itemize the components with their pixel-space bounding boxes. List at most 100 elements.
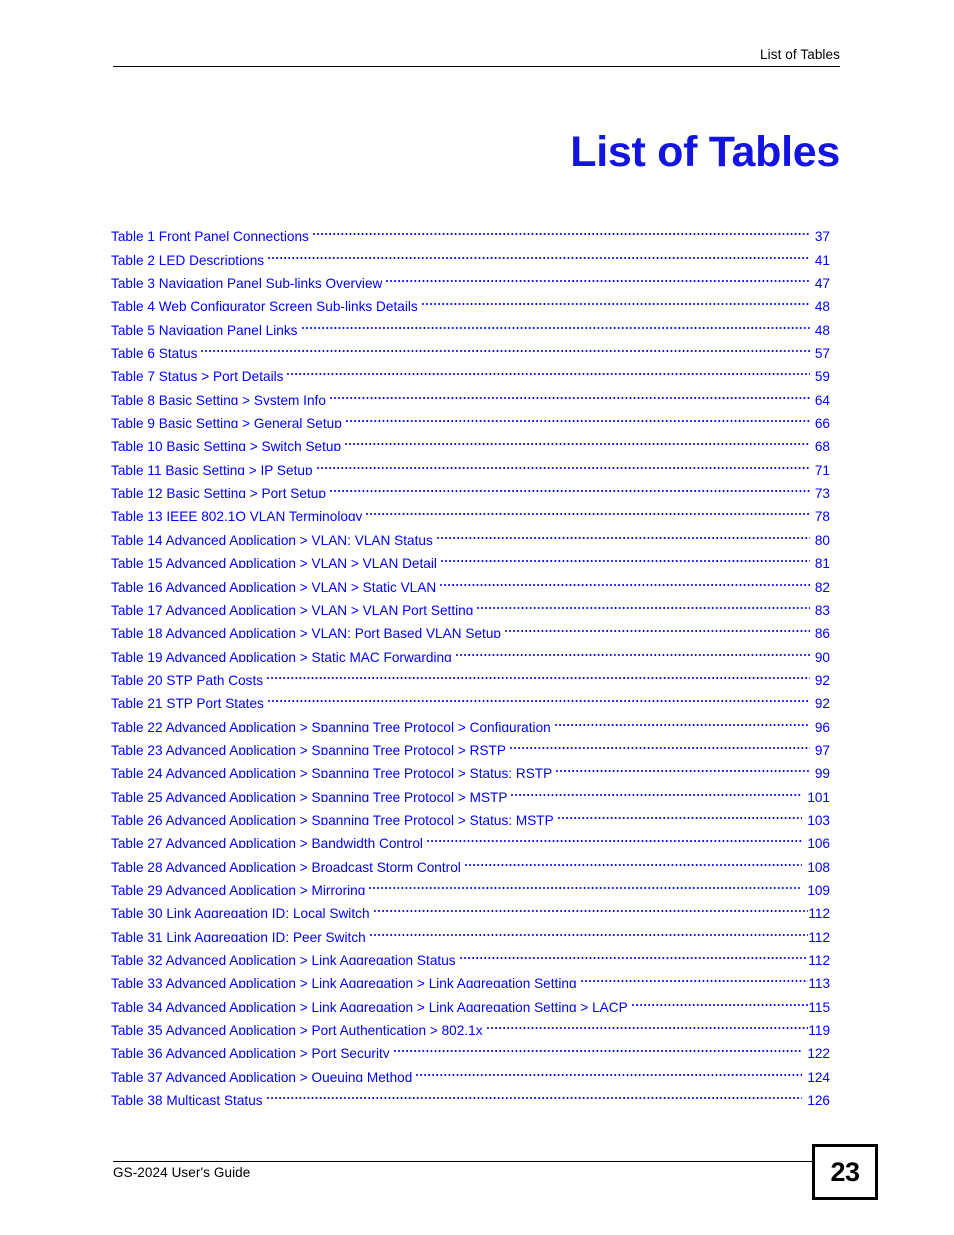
toc-entry[interactable]: Table 18 Advanced Application > VLAN: Po… [111,615,830,638]
toc-entry[interactable]: Table 5 Navigation Panel Links 48 [111,311,830,335]
toc-leader-dots [554,708,810,731]
toc-entry-label: Table 37 Advanced Application > Queuing … [111,1069,413,1082]
toc-entry[interactable]: Table 28 Advanced Application > Broadcas… [111,848,830,872]
toc-entry[interactable]: Table 35 Advanced Application > Port Aut… [111,1012,830,1035]
toc-entry-page: 86 [814,626,830,639]
toc-leader-dots [373,895,809,918]
toc-leader-dots [386,265,810,288]
running-header: List of Tables [113,46,840,67]
toc-entry[interactable]: Table 37 Advanced Application > Queuing … [111,1058,830,1082]
toc-leader-dots [459,942,809,965]
toc-entry[interactable]: Table 4 Web Configurator Screen Sub-link… [111,288,830,311]
running-header-text: List of Tables [760,47,840,62]
toc-entry-page: 124 [807,1069,830,1082]
toc-entry-label: Table 4 Web Configurator Screen Sub-link… [111,299,418,312]
footer-divider [113,1161,813,1162]
toc-entry-page: 68 [814,439,830,452]
toc-entry-page: 109 [807,882,830,895]
toc-entry-page: 103 [807,812,830,825]
toc-leader-dots [312,218,810,241]
toc-leader-dots [436,521,810,544]
toc-entry[interactable]: Table 19 Advanced Application > Static M… [111,638,830,662]
toc-entry-label: Table 25 Advanced Application > Spanning… [111,789,508,802]
toc-entry[interactable]: Table 23 Advanced Application > Spanning… [111,732,830,755]
toc-entry[interactable]: Table 32 Advanced Application > Link Agg… [111,942,830,965]
toc-entry-label: Table 24 Advanced Application > Spanning… [111,766,553,779]
toc-leader-dots [329,381,810,404]
toc-leader-dots [345,428,810,451]
toc-leader-dots [393,1035,803,1058]
toc-entry-page: 90 [814,649,830,662]
toc-entry-label: Table 5 Navigation Panel Links [111,322,298,335]
toc-entry-label: Table 16 Advanced Application > VLAN > S… [111,579,437,592]
toc-entry-page: 47 [814,276,830,289]
toc-entry-page: 99 [814,766,830,779]
toc-entry[interactable]: Table 25 Advanced Application > Spanning… [111,778,830,802]
toc-entry-label: Table 2 LED Descriptions [111,252,265,265]
toc-leader-dots [477,592,810,615]
toc-entry-label: Table 28 Advanced Application > Broadcas… [111,859,461,872]
toc-entry[interactable]: Table 22 Advanced Application > Spanning… [111,708,830,732]
toc-entry-page: 57 [814,346,830,359]
toc-entry[interactable]: Table 31 Link Aggregation ID: Peer Switc… [111,918,830,942]
toc-entry[interactable]: Table 33 Advanced Application > Link Agg… [111,965,830,988]
toc-leader-dots [416,1058,803,1081]
toc-entry[interactable]: Table 3 Navigation Panel Sub-links Overv… [111,265,830,288]
toc-entry-page: 82 [814,579,830,592]
toc-leader-dots [556,755,810,778]
toc-entry[interactable]: Table 12 Basic Setting > Port Setup 73 [111,475,830,498]
toc-leader-dots [421,288,810,311]
toc-entry[interactable]: Table 36 Advanced Application > Port Sec… [111,1035,830,1058]
toc-leader-dots [267,662,810,685]
toc-leader-dots [440,545,810,568]
toc-entry[interactable]: Table 21 STP Port States 92 [111,685,830,708]
toc-entry[interactable]: Table 13 IEEE 802.1Q VLAN Terminology 78 [111,498,830,521]
toc-entry-label: Table 35 Advanced Application > Port Aut… [111,1023,483,1036]
toc-entry-label: Table 7 Status > Port Details [111,369,284,382]
toc-entry[interactable]: Table 15 Advanced Application > VLAN > V… [111,545,830,568]
toc-entry-label: Table 33 Advanced Application > Link Agg… [111,976,577,989]
toc-entry[interactable]: Table 9 Basic Setting > General Setup 66 [111,405,830,428]
toc-leader-dots [316,451,810,474]
toc-leader-dots [486,1012,809,1035]
toc-entry[interactable]: Table 8 Basic Setting > System Info 64 [111,381,830,405]
toc-entry[interactable]: Table 24 Advanced Application > Spanning… [111,755,830,778]
toc-entry[interactable]: Table 1 Front Panel Connections 37 [111,218,830,241]
toc-leader-dots [509,732,810,755]
toc-entry[interactable]: Table 26 Advanced Application > Spanning… [111,802,830,825]
toc-entry[interactable]: Table 29 Advanced Application > Mirrorin… [111,872,830,895]
toc-entry-page: 112 [808,953,830,965]
toc-entry[interactable]: Table 16 Advanced Application > VLAN > S… [111,568,830,592]
toc-entry[interactable]: Table 14 Advanced Application > VLAN: VL… [111,521,830,545]
toc-leader-dots [369,872,803,895]
toc-entry-page: 97 [814,742,830,755]
toc-entry[interactable]: Table 38 Multicast Status 126 [111,1082,830,1105]
toc-leader-dots [464,848,803,871]
toc-entry-label: Table 6 Status [111,346,198,359]
toc-entry[interactable]: Table 34 Advanced Application > Link Agg… [111,988,830,1012]
toc-entry[interactable]: Table 11 Basic Setting > IP Setup 71 [111,451,830,475]
toc-entry-label: Table 15 Advanced Application > VLAN > V… [111,556,437,569]
toc-entry-label: Table 22 Advanced Application > Spanning… [111,719,551,732]
toc-entry[interactable]: Table 10 Basic Setting > Switch Setup 68 [111,428,830,451]
toc-entry[interactable]: Table 2 LED Descriptions 41 [111,241,830,265]
toc-leader-dots [557,802,803,825]
toc-leader-dots [268,241,810,264]
toc-entry-page: 78 [814,509,830,522]
toc-entry[interactable]: Table 27 Advanced Application > Bandwidt… [111,825,830,848]
toc-entry-label: Table 34 Advanced Application > Link Agg… [111,999,628,1012]
toc-leader-dots [455,638,810,661]
toc-entry-page: 112 [808,929,830,942]
toc-entry[interactable]: Table 6 Status 57 [111,335,830,358]
toc-entry-label: Table 17 Advanced Application > VLAN > V… [111,602,474,615]
toc-leader-dots [631,988,809,1011]
toc-entry[interactable]: Table 17 Advanced Application > VLAN > V… [111,592,830,615]
toc-entry[interactable]: Table 20 STP Path Costs 92 [111,662,830,685]
toc-entry-page: 96 [814,719,830,732]
toc-entry[interactable]: Table 30 Link Aggregation ID: Local Swit… [111,895,830,918]
toc-entry-page: 48 [814,299,830,312]
toc-entry[interactable]: Table 7 Status > Port Details 59 [111,358,830,381]
toc-entry-label: Table 23 Advanced Application > Spanning… [111,742,506,755]
toc-entry-page: 126 [807,1093,830,1106]
toc-leader-dots [511,778,803,801]
